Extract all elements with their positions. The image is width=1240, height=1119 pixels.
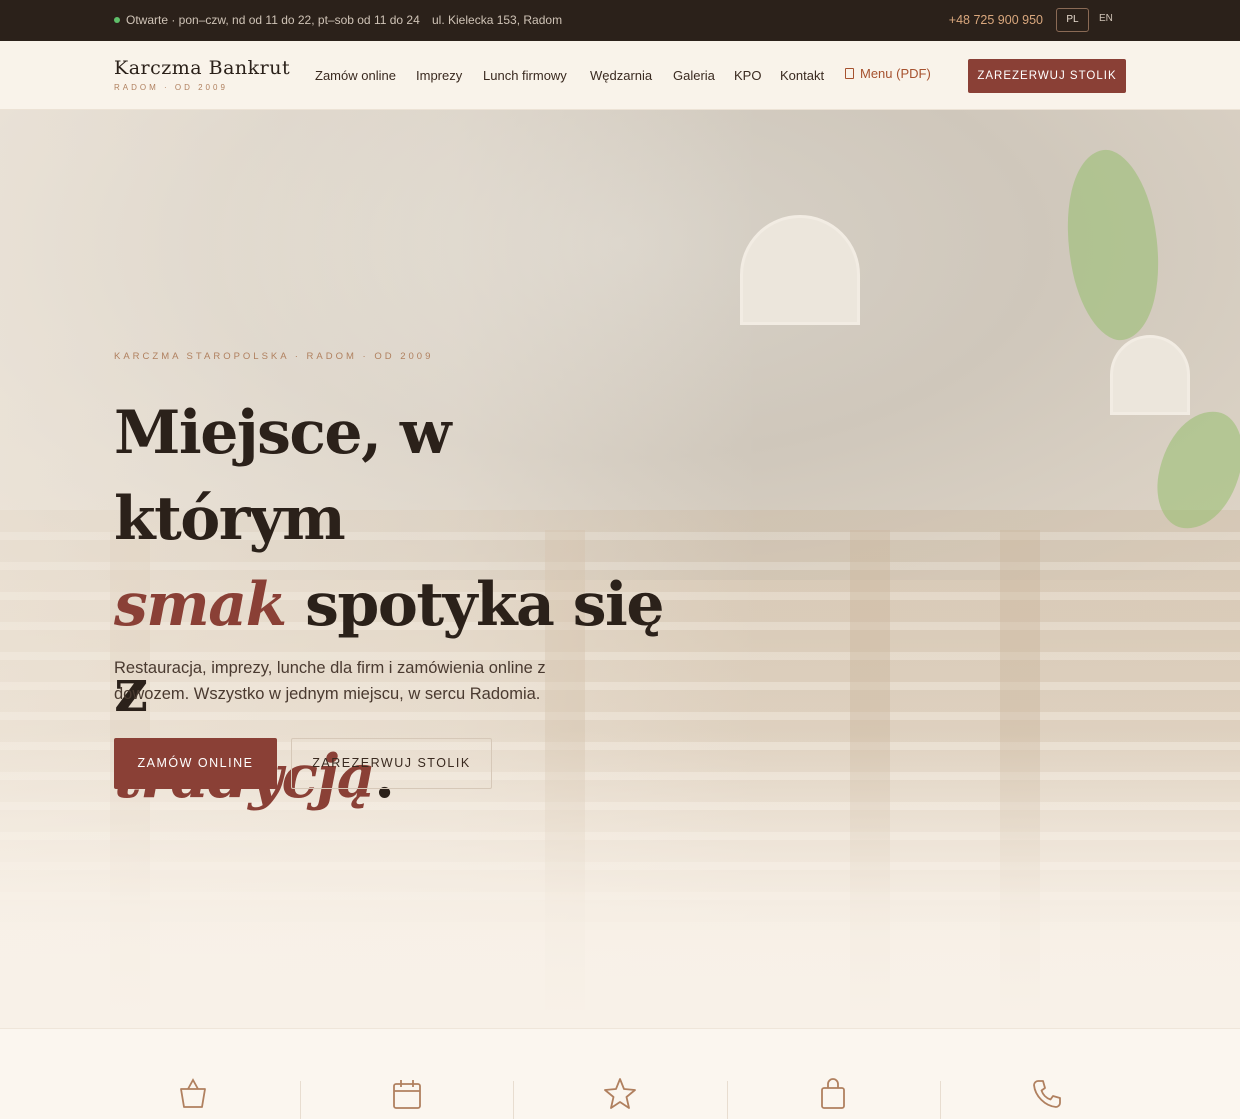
menu-pdf-link[interactable]: Menu (PDF) (845, 66, 931, 81)
features-strip (0, 1028, 1240, 1119)
headline-line-1: Miejsce, w którym (114, 398, 452, 554)
reserve-table-button[interactable]: ZAREZERWUJ STOLIK (968, 59, 1126, 93)
opening-hours: Otwarte · pon–czw, nd od 11 do 22, pt–so… (126, 13, 420, 27)
hero-background-window (1110, 335, 1190, 415)
language-pl-button[interactable]: PL (1056, 8, 1089, 32)
headline-accent-smak: smak (114, 570, 287, 640)
star-icon[interactable] (604, 1077, 636, 1111)
feature-divider (727, 1081, 728, 1119)
address: ul. Kielecka 153, Radom (432, 13, 563, 27)
nav-item-galeria[interactable]: Galeria (673, 68, 715, 83)
top-info-bar: Otwarte · pon–czw, nd od 11 do 22, pt–so… (0, 0, 1240, 41)
hero-eyebrow: KARCZMA STAROPOLSKA · RADOM · OD 2009 (114, 351, 434, 362)
nav-item-wedzarnia[interactable]: Wędzarnia (590, 68, 652, 83)
nav-item-kpo[interactable]: KPO (734, 68, 761, 83)
order-online-button[interactable]: ZAMÓW ONLINE (114, 738, 277, 789)
logo[interactable]: Karczma Bankrut (114, 57, 290, 79)
nav-item-imprezy[interactable]: Imprezy (416, 68, 462, 83)
nav-item-kontakt[interactable]: Kontakt (780, 68, 824, 83)
language-en-button[interactable]: EN (1099, 13, 1113, 24)
hero-section: KARCZMA STAROPOLSKA · RADOM · OD 2009 Mi… (0, 110, 1240, 1028)
main-navigation: Karczma Bankrut RADOM · OD 2009 Zamów on… (0, 41, 1240, 110)
phone-link[interactable]: +48 725 900 950 (949, 13, 1043, 27)
nav-item-lunch-firmowy[interactable]: Lunch firmowy (483, 68, 567, 83)
shopping-bag-icon[interactable] (817, 1077, 849, 1111)
reserve-table-secondary-button[interactable]: ZAREZERWUJ STOLIK (291, 738, 492, 789)
feature-divider (940, 1081, 941, 1119)
feature-divider (300, 1081, 301, 1119)
logo-tagline: RADOM · OD 2009 (114, 83, 228, 92)
menu-pdf-label: Menu (PDF) (860, 66, 931, 81)
document-icon (845, 68, 854, 79)
feature-divider (513, 1081, 514, 1119)
nav-item-zamow-online[interactable]: Zamów online (315, 68, 396, 83)
phone-icon[interactable] (1031, 1077, 1063, 1111)
hero-description: Restauracja, imprezy, lunche dla firm i … (114, 659, 546, 703)
shopping-basket-icon[interactable] (177, 1077, 209, 1111)
calendar-icon[interactable] (391, 1077, 423, 1111)
open-status-dot (114, 17, 120, 23)
